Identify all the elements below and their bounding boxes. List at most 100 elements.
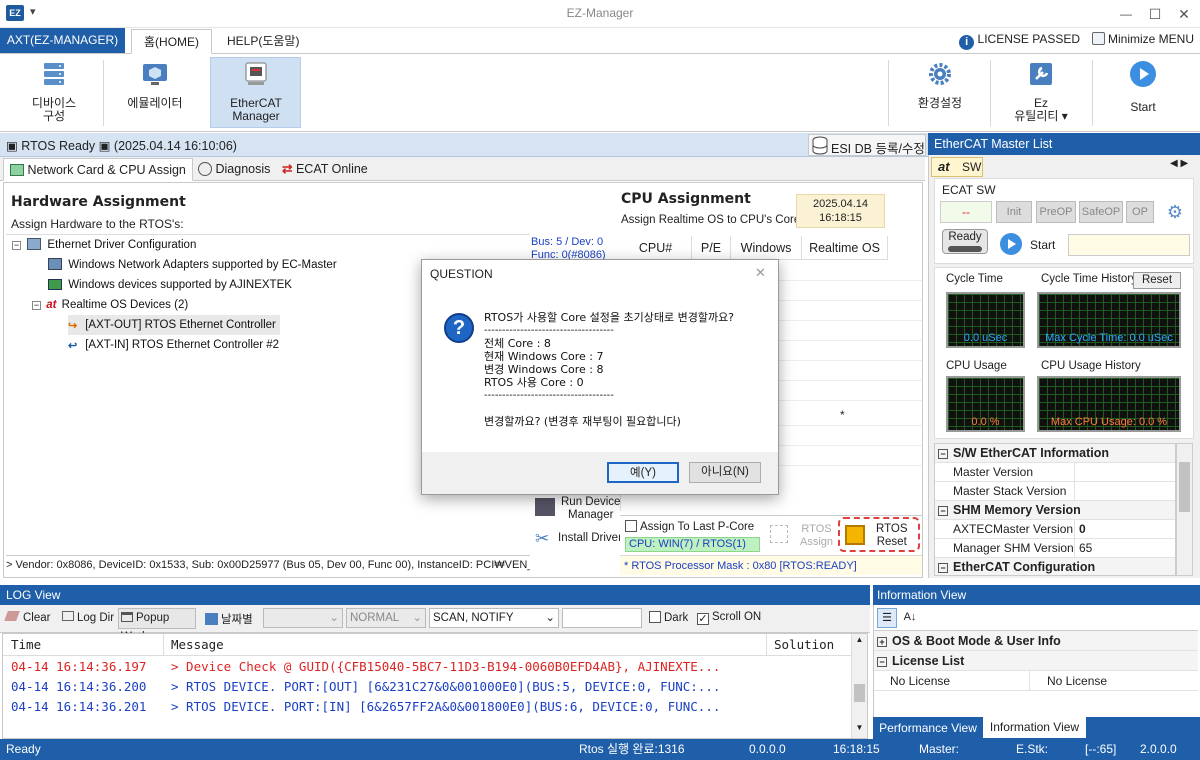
grid-header-pe[interactable]: P/E (692, 236, 731, 260)
rtos-reset-button[interactable]: RTOS Reset (838, 517, 920, 552)
log-clear-button[interactable]: Clear (4, 611, 50, 624)
sort-alphabetical-icon[interactable]: A↓ (900, 608, 920, 628)
popup-wnd-button[interactable]: Popup Wnd (118, 608, 196, 643)
info-group-os-boot[interactable]: + OS & Boot Mode & User Info (874, 631, 1198, 651)
checkbox-box[interactable] (649, 611, 661, 623)
prop-group-sw-ethercat[interactable]: − S/W EtherCAT Information (935, 444, 1175, 463)
prop-group-ethercat-config[interactable]: − EtherCAT Configuration (935, 558, 1175, 575)
info-property-grid[interactable]: + OS & Boot Mode & User Info − License Lis… (874, 630, 1198, 716)
tab-information-view[interactable]: Information View (983, 717, 1086, 738)
dialog-close-button[interactable]: ✕ (755, 265, 766, 281)
tree-node-ethernet-driver[interactable]: − Ethernet Driver Configuration (12, 235, 196, 255)
prop-value: 0 (1079, 522, 1086, 536)
property-scrollbar[interactable] (1176, 443, 1193, 576)
scroll-down-icon[interactable]: ▼ (852, 722, 867, 734)
minimize-button[interactable]: — (1114, 4, 1138, 24)
assign-last-pcore-checkbox[interactable]: Assign To Last P-Core (625, 520, 754, 533)
ready-toggle[interactable]: Ready (942, 229, 988, 254)
tab-home[interactable]: 홈(HOME) (131, 29, 213, 54)
log-dir-label: Log Dir (77, 612, 115, 624)
state-init-button[interactable]: Init (996, 201, 1032, 223)
ecat-start-label[interactable]: Start (1030, 238, 1055, 252)
ethercat-manager-button[interactable]: EtherCAT Manager (212, 58, 300, 128)
tree-label: Windows Network Adapters supported by EC… (68, 259, 337, 271)
start-button[interactable]: Start (1105, 58, 1181, 128)
scroll-on-checkbox[interactable]: ✓ Scroll ON (697, 611, 761, 625)
info-group-license[interactable]: − License List (874, 651, 1198, 671)
dialog-line: 변경 Windows Core : 8 (484, 363, 604, 376)
run-device-manager-button[interactable]: Run Device Manager (533, 496, 621, 522)
tree-node-windows-adapters[interactable]: Windows Network Adapters supported by EC… (48, 255, 337, 275)
minimize-menu-toggle[interactable]: Minimize MENU (1091, 32, 1194, 46)
checkbox-checked-icon[interactable]: ✓ (697, 613, 709, 625)
state-safeop-button[interactable]: SafeOP (1079, 201, 1123, 223)
master-list-header: EtherCAT Master List (928, 133, 1200, 155)
app-menu-tab[interactable]: AXT(EZ-MANAGER) (0, 28, 125, 53)
log-row[interactable]: 04-14 16:14:36.197 > Device Check @ GUID(… (3, 657, 851, 677)
checkbox-box[interactable] (625, 520, 637, 532)
grid-header-windows[interactable]: Windows (731, 236, 802, 260)
tab-network-card[interactable]: Network Card & CPU Assign (3, 158, 193, 181)
esi-db-button[interactable]: ESI DB 등록/수정 (808, 134, 926, 156)
dark-checkbox[interactable]: Dark (649, 611, 688, 624)
dialog-yes-button[interactable]: 예(Y) (607, 462, 679, 483)
log-dir-button[interactable]: Log Dir (62, 611, 114, 624)
grid-header-cpu[interactable]: CPU# (620, 236, 692, 260)
prop-row[interactable]: Manager SHM Version 65 (935, 539, 1175, 558)
play-icon[interactable] (1000, 233, 1022, 255)
tree-node-axt-out[interactable]: ↪ [AXT-OUT] RTOS Ethernet Controller (68, 315, 280, 335)
install-driver-button[interactable]: ✂ Install Driver (533, 527, 622, 551)
port-out-icon: ↪ (68, 320, 78, 332)
device-config-button[interactable]: 디바이스 구성 (18, 58, 90, 128)
tab-diagnosis[interactable]: Diagnosis (192, 158, 276, 181)
log-level-select[interactable]: NORMAL ⌄ (346, 608, 426, 628)
log-col-time[interactable]: Time (11, 634, 41, 656)
state-preop-button[interactable]: PreOP (1036, 201, 1076, 223)
settings-button[interactable]: 환경설정 (900, 58, 980, 128)
by-date-button[interactable]: 날짜별 (205, 611, 253, 627)
close-button[interactable]: ✕ (1172, 4, 1196, 24)
eraser-icon (4, 611, 20, 621)
grid-header-realtime-os[interactable]: Realtime OS (802, 236, 888, 260)
log-row[interactable]: 04-14 16:14:36.201 > RTOS DEVICE. PORT:[I… (3, 697, 851, 717)
license-status[interactable]: i LICENSE PASSED (959, 32, 1080, 50)
scroll-up-icon[interactable]: ▲ (852, 634, 867, 646)
tab-ecat-online[interactable]: ⇄ ECAT Online (276, 158, 374, 181)
prop-row[interactable]: Master Stack Version (935, 482, 1175, 501)
log-row[interactable]: 04-14 16:14:36.200 > RTOS DEVICE. PORT:[O… (3, 677, 851, 697)
prop-group-shm[interactable]: − SHM Memory Version (935, 501, 1175, 520)
property-grid[interactable]: − S/W EtherCAT Information Master Version… (934, 443, 1176, 576)
prop-row[interactable]: Master Version (935, 463, 1175, 482)
ecat-settings-gear-icon[interactable]: ⚙ (1163, 201, 1187, 223)
collapse-icon[interactable]: − (32, 301, 41, 310)
license-row[interactable]: No License No License (874, 671, 1198, 691)
tree-node-axt-in[interactable]: ↩ [AXT-IN] RTOS Ethernet Controller #2 (68, 335, 279, 355)
collapse-icon[interactable]: − (12, 241, 21, 250)
tab-master-sw[interactable]: at SW (931, 157, 983, 177)
emulator-button[interactable]: 에뮬레이터 (115, 58, 195, 128)
tree-node-realtime-os[interactable]: − at Realtime OS Devices (2) (32, 295, 188, 315)
rtos-assign-button[interactable]: RTOS Assign (768, 521, 834, 551)
prop-row[interactable]: AXTECMaster Version 0 (935, 520, 1175, 539)
tab-help[interactable]: HELP(도움말) (215, 29, 311, 54)
dialog-no-button[interactable]: 아니요(N) (689, 462, 761, 483)
scrollbar-thumb[interactable] (854, 684, 865, 702)
scrollbar-thumb[interactable] (1179, 462, 1190, 512)
ez-utility-button[interactable]: Ez 유틸리티 ▾ (1000, 58, 1082, 128)
log-filter-select[interactable]: SCAN, NOTIFY ⌄ (429, 608, 559, 628)
maximize-button[interactable]: ☐ (1143, 4, 1167, 24)
log-scrollbar[interactable]: ▲ ▼ (851, 634, 867, 738)
tab-performance-view[interactable]: Performance View (873, 718, 983, 738)
categorized-view-icon[interactable]: ☰ (877, 608, 897, 628)
rtos-assign-line: Assign (800, 536, 834, 548)
tab-scroll-arrows[interactable]: ◀ ▶ (1170, 158, 1188, 169)
log-search-input[interactable] (562, 608, 642, 628)
tree-node-windows-devices[interactable]: Windows devices supported by AJINEXTEK (48, 275, 292, 295)
reset-history-button[interactable]: Reset (1133, 272, 1181, 289)
cycle-time-label: Cycle Time (946, 273, 1003, 285)
dark-label: Dark (664, 612, 689, 624)
date-select[interactable]: ⌄ (263, 608, 343, 628)
log-col-solution[interactable]: Solution (766, 634, 834, 656)
log-col-message[interactable]: Message (163, 634, 224, 656)
state-op-button[interactable]: OP (1126, 201, 1154, 223)
